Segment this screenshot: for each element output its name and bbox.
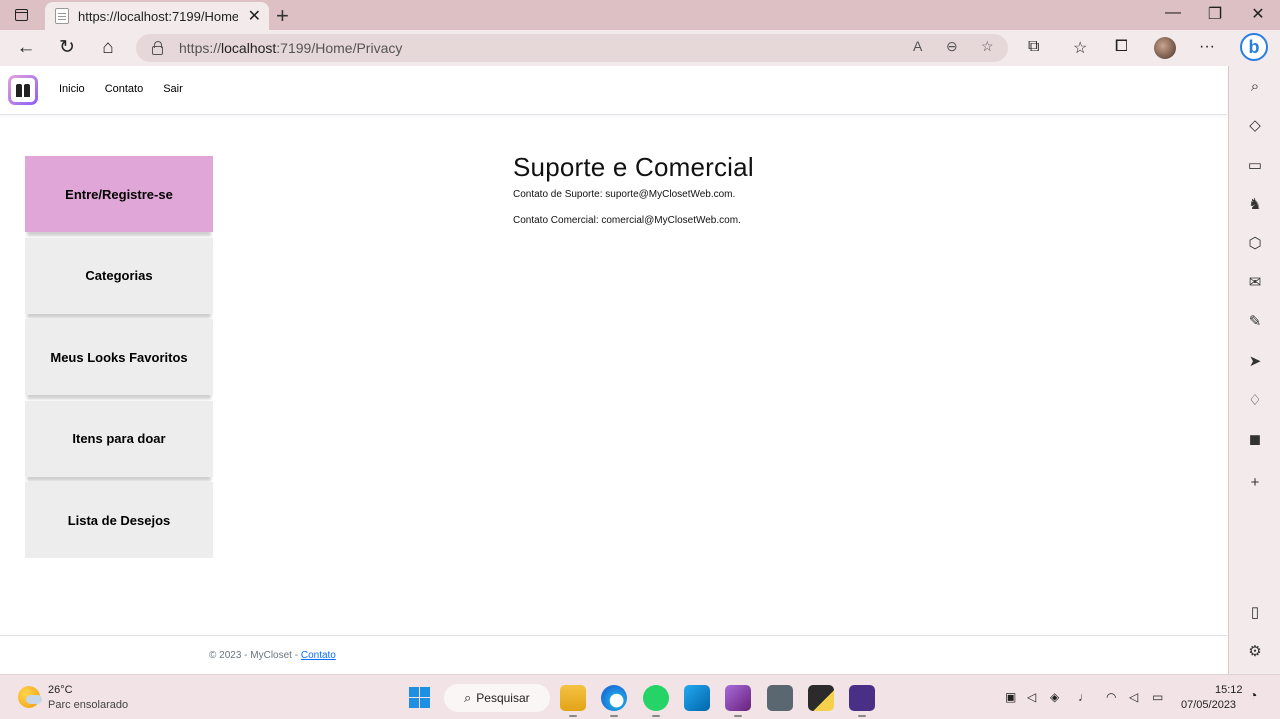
address-bar[interactable]: https://localhost:7199/Home/Privacy <box>136 34 1008 62</box>
speaker-icon[interactable]: ◁ <box>1027 690 1036 704</box>
notification-center-icon[interactable]: ◔ <box>1249 687 1257 703</box>
tab-actions-icon[interactable] <box>10 6 32 24</box>
taskbar-search[interactable]: ⌕ Pesquisar <box>444 684 550 712</box>
page-favicon-icon <box>55 8 69 24</box>
sticky-notes-icon[interactable] <box>808 685 834 711</box>
taskbar: 26°C Parc ensolarado ⌕ Pesquisar ▣ ◁ ◈ ♩ … <box>0 674 1280 719</box>
commercial-contact: Contato Comercial: comercial@MyClosetWeb… <box>513 215 741 226</box>
battery-icon[interactable]: ▭ <box>1152 690 1163 704</box>
footer-contato-link[interactable]: Contato <box>301 650 336 661</box>
microphone-icon[interactable]: ♩ <box>1078 690 1090 704</box>
search-icon: ⌕ <box>464 690 472 705</box>
shopping-tag-icon[interactable]: ◇ <box>1245 116 1265 136</box>
clock-time[interactable]: 15:12 <box>1215 684 1243 696</box>
menu-item-favoritos[interactable]: Meus Looks Favoritos <box>25 319 213 395</box>
outlook-icon[interactable]: ✉ <box>1245 273 1265 293</box>
web-page: Inicio Contato Sair Entre/Registre-se Ca… <box>0 66 1227 674</box>
browser-titlebar: https://localhost:7199/Home/Privacy ✕ + … <box>0 0 1280 30</box>
vscode-icon[interactable] <box>684 685 710 711</box>
side-menu: Entre/Registre-se Categorias Meus Looks … <box>25 156 213 564</box>
games-icon[interactable]: ♞ <box>1245 195 1265 215</box>
office-icon[interactable]: ⬡ <box>1245 234 1265 254</box>
security-shield-icon[interactable]: ◈ <box>1050 690 1059 704</box>
file-explorer-icon[interactable] <box>560 685 586 717</box>
favorites-icon[interactable]: ☆ <box>1073 38 1087 58</box>
clock-date[interactable]: 07/05/2023 <box>1181 699 1236 711</box>
search-icon[interactable]: ⌕ <box>1245 77 1265 97</box>
footer-divider <box>0 635 1227 636</box>
network-monitor-icon[interactable]: ▣ <box>1005 690 1016 704</box>
wifi-icon[interactable]: ◠ <box>1106 690 1116 704</box>
read-aloud-icon[interactable]: A <box>913 38 922 54</box>
footer-copyright: © 2023 - MyCloset - <box>209 650 301 661</box>
site-nav: Inicio Contato Sair <box>59 83 203 95</box>
collections-icon[interactable]: ⧠ <box>1115 38 1128 56</box>
taskbar-search-label: Pesquisar <box>476 691 530 705</box>
new-tab-button[interactable]: + <box>276 3 289 29</box>
favorite-add-icon[interactable]: ☆ <box>981 38 994 55</box>
site-header: Inicio Contato Sair <box>0 66 1227 115</box>
tab-title: https://localhost:7199/Home/Privacy <box>78 8 238 24</box>
menu-item-login[interactable]: Entre/Registre-se <box>25 156 213 232</box>
back-icon[interactable]: ← <box>12 35 40 61</box>
address-url[interactable]: https://localhost:7199/Home/Privacy <box>179 40 402 56</box>
browser-tab[interactable]: https://localhost:7199/Home/Privacy ✕ <box>45 2 269 30</box>
volume-icon[interactable]: ◁ <box>1129 690 1138 704</box>
notification-icon[interactable]: ♢ <box>1245 391 1265 411</box>
edge-icon[interactable] <box>601 685 627 717</box>
nav-link-contato[interactable]: Contato <box>105 83 144 95</box>
calculator-icon[interactable] <box>767 685 793 711</box>
main-content: Suporte e Comercial Contato de Suporte: … <box>513 152 754 241</box>
support-contact: Contato de Suporte: suporte@MyClosetWeb.… <box>513 189 736 200</box>
home-icon[interactable]: ⌂ <box>94 35 122 61</box>
browser-toolbar: ← ↻ ⌂ https://localhost:7199/Home/Privac… <box>0 30 1280 66</box>
tools-icon[interactable]: ▭ <box>1245 156 1265 176</box>
weather-cloud-icon <box>26 695 42 704</box>
menu-item-categorias[interactable]: Categorias <box>25 237 213 314</box>
weather-desc[interactable]: Parc ensolarado <box>48 699 128 711</box>
nav-link-sair[interactable]: Sair <box>163 83 183 95</box>
weather-temp[interactable]: 26°C <box>48 684 73 696</box>
zoom-out-icon[interactable]: ⊖ <box>946 38 958 55</box>
visual-studio-icon[interactable] <box>725 685 751 717</box>
more-icon[interactable]: ··· <box>1199 38 1215 56</box>
tab-close-icon[interactable]: ✕ <box>248 6 261 26</box>
terminal-icon[interactable] <box>849 685 875 717</box>
profile-avatar[interactable] <box>1154 37 1176 59</box>
nav-link-inicio[interactable]: Inicio <box>59 83 85 95</box>
bing-icon[interactable]: b <box>1240 33 1268 61</box>
refresh-icon[interactable]: ↻ <box>53 35 81 61</box>
restore-button[interactable]: ❐ <box>1195 4 1235 24</box>
settings-icon[interactable]: ⚙ <box>1245 642 1265 662</box>
page-title: Suporte e Comercial <box>513 152 754 182</box>
telegram-icon[interactable]: ➤ <box>1245 352 1265 372</box>
app-icon[interactable]: ◼ <box>1245 430 1265 450</box>
menu-item-desejos[interactable]: Lista de Desejos <box>25 482 213 558</box>
mycloset-logo-icon[interactable] <box>8 75 38 105</box>
start-button[interactable] <box>409 687 430 708</box>
close-window-button[interactable]: ✕ <box>1238 4 1278 24</box>
menu-item-doar[interactable]: Itens para doar <box>25 400 213 477</box>
extensions-icon[interactable]: ⧉ <box>1028 38 1039 56</box>
lock-icon[interactable] <box>152 41 163 55</box>
whatsapp-icon[interactable] <box>643 685 669 717</box>
footer: © 2023 - MyCloset - Contato <box>209 650 336 661</box>
add-icon[interactable]: + <box>1245 473 1265 493</box>
split-screen-icon[interactable]: ▯ <box>1245 603 1265 623</box>
edge-sidebar: ⌕ ◇ ▭ ♞ ⬡ ✉ ✎ ➤ ♢ ◼ + ▯ ⚙ <box>1228 66 1280 674</box>
designer-icon[interactable]: ✎ <box>1245 312 1265 332</box>
minimize-button[interactable]: — <box>1153 4 1193 22</box>
